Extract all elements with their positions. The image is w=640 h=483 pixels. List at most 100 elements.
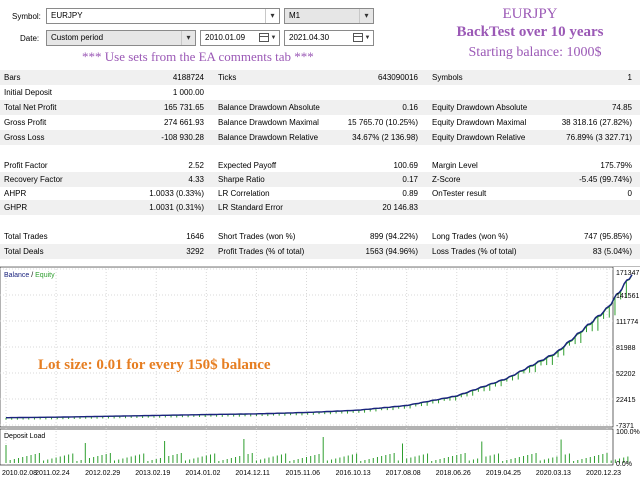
x-tick-label: 2012.02.29 xyxy=(85,470,120,477)
promo-balance: Starting balance: 1000$ xyxy=(468,45,602,60)
date-to-field[interactable]: 2021.04.30 ▼ xyxy=(284,30,374,46)
stats-row: Total Deals 3292 Profit Trades (% of tot… xyxy=(0,244,640,259)
ontester-value: 0 xyxy=(627,189,632,198)
x-tick-label: 2018.06.26 xyxy=(436,470,471,477)
x-tick-label: 2013.02.19 xyxy=(135,470,170,477)
promo-backtest: BackTest over 10 years xyxy=(456,24,604,40)
total-net-profit-value: 165 731.65 xyxy=(163,103,204,112)
y-tick-label: 171347 xyxy=(616,270,639,277)
date-from-field[interactable]: 2010.01.09 ▼ xyxy=(200,30,280,46)
total-net-profit-label: Total Net Profit xyxy=(4,103,57,112)
lr-std-error-value: 20 146.83 xyxy=(382,203,418,212)
load-axis-ticks: 100.0% 0.0% xyxy=(616,429,640,468)
expected-payoff-label: Expected Payoff xyxy=(218,161,277,170)
profit-factor-label: Profit Factor xyxy=(4,161,48,170)
x-tick-label: 2019.04.25 xyxy=(486,470,521,477)
short-trades-label: Short Trades (won %) xyxy=(218,232,296,241)
equity-dd-max-label: Equity Drawdown Maximal xyxy=(432,118,527,127)
stats-row: Initial Deposit 1 000.00 xyxy=(0,85,640,100)
calendar-icon xyxy=(353,33,363,42)
balance-equity-chart: 171347 141561 111774 81988 52202 22415 -7371 2… xyxy=(0,266,640,480)
loss-trades-label: Loss Trades (% of total) xyxy=(432,247,517,256)
symbol-select[interactable]: EURJPY ▾ xyxy=(46,8,280,24)
long-trades-value: 747 (95.85%) xyxy=(583,232,632,241)
stats-row: AHPR 1.0033 (0.33%) LR Correlation 0.89 … xyxy=(0,186,640,201)
stats-row: Recovery Factor 4.33 Sharpe Ratio 0.17 Z… xyxy=(0,172,640,187)
stats-row: Total Net Profit 165 731.65 Balance Draw… xyxy=(0,100,640,115)
short-trades-value: 899 (94.22%) xyxy=(369,232,418,241)
chevron-down-icon: ▼ xyxy=(270,35,277,41)
balance-dd-abs-label: Balance Drawdown Absolute xyxy=(218,103,320,112)
ticks-value: 643090016 xyxy=(377,73,418,82)
balance-dd-max-label: Balance Drawdown Maximal xyxy=(218,118,319,127)
stats-row: Gross Loss -108 930.28 Balance Drawdown … xyxy=(0,130,640,145)
balance-dd-max-value: 15 765.70 (10.25%) xyxy=(347,118,418,127)
stats-row: Gross Profit 274 661.93 Balance Drawdown… xyxy=(0,115,640,130)
chevron-down-icon: ▾ xyxy=(181,31,195,45)
x-tick-label: 2010.02.08 xyxy=(2,470,37,477)
y-axis-ticks: 171347141561111774819885220222415-7371 xyxy=(616,270,639,430)
load-tick-label: 100.0% xyxy=(616,429,640,436)
equity-dd-abs-value: 74.85 xyxy=(611,103,632,112)
sharpe-ratio-value: 0.17 xyxy=(402,175,418,184)
period-select[interactable]: Custom period ▾ xyxy=(46,30,196,46)
gross-loss-value: -108 930.28 xyxy=(161,133,204,142)
initial-deposit-value: 1 000.00 xyxy=(172,88,204,97)
timeframe-select[interactable]: M1 ▾ xyxy=(284,8,374,24)
balance-dd-rel-label: Balance Drawdown Relative xyxy=(218,133,319,142)
stats-row: GHPR 1.0031 (0.31%) LR Standard Error 20… xyxy=(0,200,640,215)
lr-correlation-value: 0.89 xyxy=(402,189,418,198)
ontester-label: OnTester result xyxy=(432,189,487,198)
recovery-factor-label: Recovery Factor xyxy=(4,175,63,184)
equity-dd-max-value: 38 318.16 (27.82%) xyxy=(561,118,632,127)
promo-pair: EURJPY xyxy=(502,6,558,22)
x-tick-label: 2017.08.08 xyxy=(386,470,421,477)
y-tick-label: 22415 xyxy=(616,397,636,404)
symbol-value: EURJPY xyxy=(51,11,83,20)
ghpr-value: 1.0031 (0.31%) xyxy=(149,203,204,212)
x-tick-label: 2020.03.13 xyxy=(536,470,571,477)
gross-profit-label: Gross Profit xyxy=(4,118,47,127)
lot-size-overlay: Lot size: 0.01 for every 150$ balance xyxy=(38,357,271,373)
sharpe-ratio-label: Sharpe Ratio xyxy=(218,175,265,184)
ahpr-label: AHPR xyxy=(4,189,27,198)
x-tick-label: 2014.12.11 xyxy=(235,470,270,477)
long-trades-label: Long Trades (won %) xyxy=(432,232,509,241)
margin-level-value: 175.79% xyxy=(600,161,632,170)
balance-dd-abs-value: 0.16 xyxy=(402,103,418,112)
loss-trades-value: 83 (5.04%) xyxy=(592,247,632,256)
gross-profit-value: 274 661.93 xyxy=(163,118,204,127)
calendar-icon xyxy=(259,33,269,42)
x-tick-label: 2020.12.23 xyxy=(586,470,621,477)
expected-payoff-value: 100.69 xyxy=(393,161,418,170)
equity-dd-rel-value: 76.89% (3 327.71) xyxy=(566,133,632,142)
x-tick-label: 2016.10.13 xyxy=(336,470,371,477)
symbols-value: 1 xyxy=(627,73,632,82)
initial-deposit-label: Initial Deposit xyxy=(4,88,53,97)
timeframe-value: M1 xyxy=(289,11,301,20)
chevron-down-icon: ▾ xyxy=(265,9,279,23)
profit-trades-label: Profit Trades (% of total) xyxy=(218,247,305,256)
total-trades-value: 1646 xyxy=(186,232,204,241)
ticks-label: Ticks xyxy=(218,73,237,82)
zscore-value: -5.45 (99.74%) xyxy=(579,175,632,184)
date-label: Date: xyxy=(20,34,40,43)
recovery-factor-value: 4.33 xyxy=(188,175,204,184)
symbols-label: Symbols xyxy=(432,73,463,82)
ahpr-value: 1.0033 (0.33%) xyxy=(149,189,204,198)
ghpr-label: GHPR xyxy=(4,203,28,212)
date-to-value: 2021.04.30 xyxy=(289,33,330,42)
chevron-down-icon: ▼ xyxy=(364,35,371,41)
total-trades-label: Total Trades xyxy=(4,232,48,241)
zscore-label: Z-Score xyxy=(432,175,461,184)
y-tick-label: 81988 xyxy=(616,345,636,352)
bars-value: 4188724 xyxy=(172,73,204,82)
gross-loss-label: Gross Loss xyxy=(4,133,45,142)
chart-svg: 171347141561111774819885220222415-7371 2… xyxy=(0,266,640,477)
lr-std-error-label: LR Standard Error xyxy=(218,203,283,212)
x-tick-label: 2011.02.24 xyxy=(35,470,70,477)
stats-row: Profit Factor 2.52 Expected Payoff 100.6… xyxy=(0,158,640,173)
x-axis-ticks: 2010.02.082011.02.24 2012.02.29 2013.02.19… xyxy=(2,470,621,477)
stats-row: Total Trades 1646 Short Trades (won %) 8… xyxy=(0,229,640,244)
balance-dd-rel-value: 34.67% (2 136.98) xyxy=(352,133,418,142)
